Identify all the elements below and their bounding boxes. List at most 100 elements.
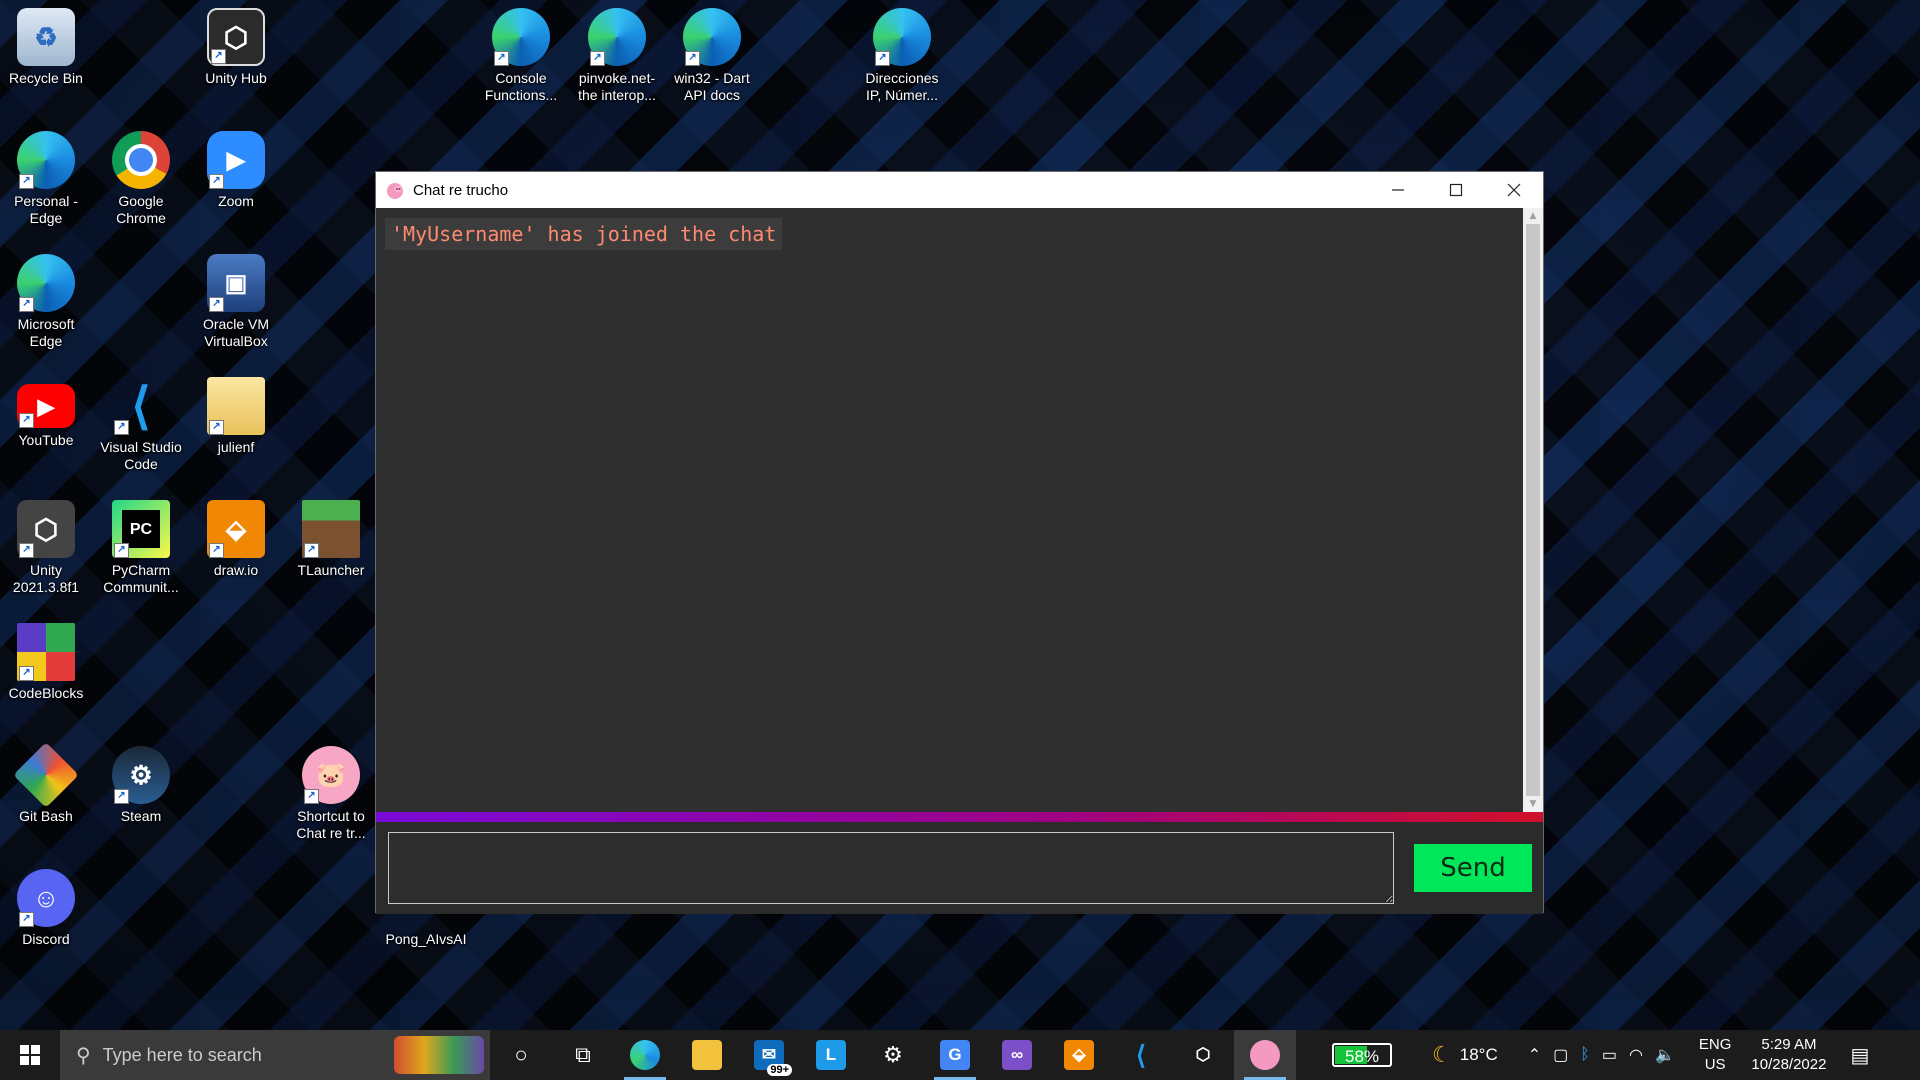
desktop-icon-steam[interactable]: ⚙ ↗ Steam bbox=[95, 742, 187, 825]
desktop-icon-vscode[interactable]: ⟨ ↗ Visual Studio Code bbox=[95, 373, 187, 473]
desktop-icon-google-chrome[interactable]: Google Chrome bbox=[95, 127, 187, 227]
scrollbar-thumb[interactable] bbox=[1526, 224, 1540, 796]
taskbar-settings[interactable]: ⚙ bbox=[862, 1030, 924, 1080]
taskbar-l-app[interactable]: L bbox=[800, 1030, 862, 1080]
gradient-divider bbox=[376, 812, 1543, 822]
git-bash-icon bbox=[13, 742, 79, 808]
desktop-icon-microsoft-edge[interactable]: ↗ Microsoft Edge bbox=[0, 250, 92, 350]
search-icon: ⚲ bbox=[76, 1044, 91, 1067]
desktop-icon-pycharm[interactable]: PC ↗ PyCharm Communit... bbox=[95, 496, 187, 596]
desktop-icon-unity-hub[interactable]: ⬡ ↗ Unity Hub bbox=[190, 4, 282, 87]
window-titlebar[interactable]: Chat re trucho bbox=[376, 172, 1543, 208]
close-button[interactable] bbox=[1485, 172, 1543, 208]
taskbar-vscode[interactable]: ⟨ bbox=[1110, 1030, 1172, 1080]
desktop-icon-label: Git Bash bbox=[19, 808, 73, 824]
folder-icon bbox=[692, 1040, 722, 1070]
minimize-button[interactable] bbox=[1369, 172, 1427, 208]
chat-messages-area[interactable]: 'MyUsername' has joined the chat bbox=[376, 208, 1523, 812]
scroll-up-arrow-icon[interactable]: ▲ bbox=[1523, 208, 1543, 224]
device-icon[interactable]: ▢ bbox=[1553, 1045, 1568, 1065]
desktop-icon-pinvoke[interactable]: ↗ pinvoke.net- the interop... bbox=[571, 4, 663, 104]
taskbar-translate[interactable]: G bbox=[924, 1030, 986, 1080]
send-button[interactable]: Send bbox=[1414, 844, 1532, 892]
bluetooth-icon[interactable]: ᛒ bbox=[1580, 1046, 1590, 1064]
unity-icon: ⬡ bbox=[1195, 1045, 1211, 1064]
drawio-icon: ⬙ bbox=[1064, 1040, 1094, 1070]
desktop-icon-codeblocks[interactable]: ↗ CodeBlocks bbox=[0, 619, 92, 702]
edge-icon: ↗ bbox=[17, 254, 75, 312]
desktop-icon-drawio[interactable]: ⬙ ↗ draw.io bbox=[190, 496, 282, 579]
edge-icon: ↗ bbox=[588, 8, 646, 66]
edge-icon: ↗ bbox=[683, 8, 741, 66]
taskbar-unity[interactable]: ⬡ bbox=[1172, 1030, 1234, 1080]
start-button[interactable] bbox=[0, 1030, 60, 1080]
task-view-icon: ⧉ bbox=[575, 1042, 591, 1067]
taskbar-edge[interactable] bbox=[614, 1030, 676, 1080]
notification-center-button[interactable]: ▤ bbox=[1850, 1043, 1869, 1068]
desktop-icon-virtualbox[interactable]: ▣ ↗ Oracle VM VirtualBox bbox=[190, 250, 282, 350]
edge-icon bbox=[630, 1040, 660, 1070]
close-icon bbox=[1507, 183, 1521, 197]
unity-icon: ⬡ ↗ bbox=[17, 500, 75, 558]
drawio-icon: ⬙ ↗ bbox=[207, 500, 265, 558]
task-view-button[interactable]: ⧉ bbox=[552, 1030, 614, 1080]
vscode-icon: ⟨ bbox=[1135, 1039, 1147, 1070]
taskbar: ⚲ Type here to search ○ ⧉ ✉ 99+ L ⚙ G ∞ ⬙… bbox=[0, 1030, 1920, 1080]
desktop-icon-label: Personal - Edge bbox=[14, 193, 78, 226]
taskbar-file-explorer[interactable] bbox=[676, 1030, 738, 1080]
desktop-icon-label: Shortcut to Chat re tr... bbox=[296, 808, 366, 841]
battery-indicator[interactable]: 58% bbox=[1332, 1043, 1392, 1067]
gear-icon: ⚙ bbox=[883, 1042, 903, 1067]
desktop-icon-label: PyCharm Communit... bbox=[103, 562, 179, 595]
scroll-down-arrow-icon[interactable]: ▼ bbox=[1523, 796, 1543, 812]
cortana-button[interactable]: ○ bbox=[490, 1030, 552, 1080]
translate-icon: G bbox=[940, 1040, 970, 1070]
discord-icon: ☺ ↗ bbox=[17, 869, 75, 927]
desktop-icon-personal-edge[interactable]: ↗ Personal - Edge bbox=[0, 127, 92, 227]
message-input[interactable] bbox=[388, 832, 1394, 904]
desktop-icon-recycle-bin[interactable]: ♻ Recycle Bin bbox=[0, 4, 92, 87]
desktop-icon-discord[interactable]: ☺ ↗ Discord bbox=[0, 865, 92, 948]
weather-widget[interactable]: ☾ 18°C bbox=[1432, 1042, 1498, 1068]
desktop-icon-label: CodeBlocks bbox=[8, 685, 84, 701]
edge-icon: ↗ bbox=[492, 8, 550, 66]
taskbar-search-box[interactable]: ⚲ Type here to search bbox=[60, 1030, 490, 1080]
volume-muted-icon[interactable]: 🔈 bbox=[1655, 1045, 1675, 1065]
wifi-icon[interactable]: ◠ bbox=[1629, 1045, 1643, 1065]
desktop-icon-chat-shortcut[interactable]: 🐷 ↗ Shortcut to Chat re tr... bbox=[285, 742, 377, 842]
desktop-icon-label: Oracle VM VirtualBox bbox=[202, 316, 270, 349]
desktop-icon-git-bash[interactable]: Git Bash bbox=[0, 742, 92, 825]
system-tray: ⌃ ▢ ᛒ ▭ ◠ 🔈 bbox=[1528, 1045, 1675, 1065]
desktop-icon-julienf[interactable]: ↗ julienf bbox=[190, 373, 282, 456]
desktop-icon-win32-dart[interactable]: ↗ win32 - Dart API docs bbox=[666, 4, 758, 104]
chat-scrollbar[interactable]: ▲ ▼ bbox=[1523, 208, 1543, 812]
clock[interactable]: 5:29 AM 10/28/2022 bbox=[1751, 1035, 1826, 1075]
desktop-icon-label: YouTube bbox=[18, 432, 74, 448]
desktop-icon-console-functions[interactable]: ↗ Console Functions... bbox=[475, 4, 567, 104]
desktop-icon-unity[interactable]: ⬡ ↗ Unity 2021.3.8f1 bbox=[0, 496, 92, 596]
taskbar-chat-app[interactable] bbox=[1234, 1030, 1296, 1080]
codeblocks-icon: ↗ bbox=[17, 623, 75, 681]
desktop-icon-direcciones-ip[interactable]: ↗ Direcciones IP, Númer... bbox=[856, 4, 948, 104]
desktop-icon-youtube[interactable]: ▶ ↗ YouTube bbox=[0, 373, 92, 449]
folder-icon: ↗ bbox=[207, 377, 265, 435]
desktop-icon-label: Recycle Bin bbox=[9, 70, 83, 86]
taskbar-visual-studio[interactable]: ∞ bbox=[986, 1030, 1048, 1080]
peppa-pig-icon: 🐷 ↗ bbox=[302, 746, 360, 804]
chevron-up-icon[interactable]: ⌃ bbox=[1528, 1045, 1541, 1065]
taskbar-mail[interactable]: ✉ 99+ bbox=[738, 1030, 800, 1080]
desktop-icon-label: Steam bbox=[120, 808, 162, 824]
visual-studio-icon: ∞ bbox=[1002, 1040, 1032, 1070]
battery-icon[interactable]: ▭ bbox=[1602, 1045, 1617, 1065]
desktop-icon-zoom[interactable]: ▶ ↗ Zoom bbox=[190, 127, 282, 210]
youtube-icon: ▶ ↗ bbox=[17, 384, 75, 428]
windows-logo-icon bbox=[20, 1045, 40, 1065]
language-indicator[interactable]: ENG US bbox=[1699, 1035, 1732, 1075]
desktop-icon-label: Direcciones IP, Númer... bbox=[865, 70, 939, 103]
desktop-icon-label: julienf bbox=[217, 439, 255, 455]
desktop-icon-tlauncher[interactable]: ↗ TLauncher bbox=[285, 496, 377, 579]
edge-icon: ↗ bbox=[17, 131, 75, 189]
maximize-button[interactable] bbox=[1427, 172, 1485, 208]
input-row: Send bbox=[376, 822, 1543, 914]
taskbar-drawio[interactable]: ⬙ bbox=[1048, 1030, 1110, 1080]
